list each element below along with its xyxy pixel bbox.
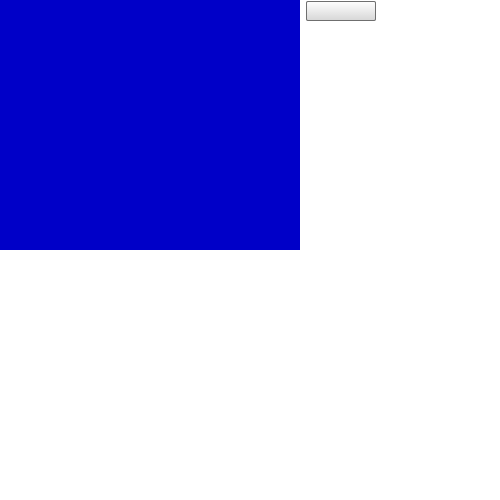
blank-button[interactable]	[306, 1, 376, 21]
blue-canvas	[0, 0, 300, 250]
page	[0, 0, 500, 500]
